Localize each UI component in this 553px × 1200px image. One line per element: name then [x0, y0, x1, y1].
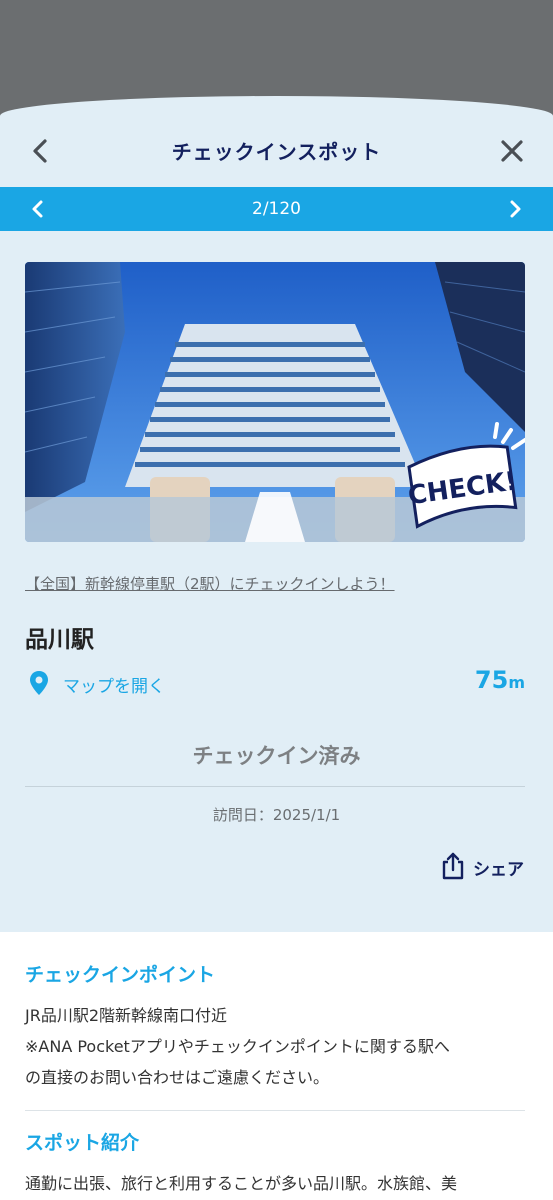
spot-pager: 2/120 [0, 187, 553, 231]
info-section: チェックインポイント JR品川駅2階新幹線南口付近 ※ANA Pocketアプリ… [0, 932, 553, 1200]
spot-intro-text: 通勤に出張、旅行と利用することが多い品川駅。水族館、美 [25, 1174, 458, 1193]
spot-photo: CHECK! [25, 262, 525, 542]
close-icon[interactable] [497, 136, 527, 166]
campaign-link[interactable]: 【全国】新幹線停車駅（2駅）にチェックインしよう！ [25, 573, 395, 594]
share-label: シェア [473, 860, 524, 880]
checkin-point-line: ※ANA Pocketアプリやチェックインポイントに関する駅へ [25, 1037, 450, 1056]
share-button[interactable]: シェア [441, 850, 525, 882]
distance: 75m [475, 666, 525, 694]
checkin-point-line: の直接のお問い合わせはご遠慮ください。 [25, 1068, 330, 1087]
checkin-point-heading: チェックインポイント [25, 964, 216, 986]
station-name: 品川駅 [25, 627, 94, 653]
sheet-header: チェックインスポット [0, 96, 553, 186]
pager-count: 2/120 [252, 199, 301, 219]
checkin-point-line: JR品川駅2階新幹線南口付近 [25, 1006, 228, 1025]
checkin-spot-sheet: チェックインスポット 2/120 CHECK! 【全国】新幹線停車駅（2駅）にチ… [0, 96, 553, 1200]
map-pin-icon [30, 671, 48, 695]
open-map-link[interactable]: マップを開く [63, 672, 165, 697]
page-title: チェックインスポット [171, 140, 382, 164]
visit-date: 訪問日：2025/1/1 [212, 806, 341, 824]
next-spot-icon[interactable] [501, 195, 529, 223]
spot-intro-heading: スポット紹介 [25, 1132, 140, 1154]
checkin-point-text: JR品川駅2階新幹線南口付近 ※ANA Pocketアプリやチェックインポイント… [25, 1000, 530, 1093]
share-icon [442, 852, 464, 880]
distance-unit: m [508, 673, 525, 692]
checkin-status: チェックイン済み [192, 744, 361, 768]
map-row: マップを開く 75m [25, 666, 525, 698]
divider [25, 786, 525, 787]
divider [25, 1110, 525, 1111]
distance-value: 75 [474, 666, 509, 694]
station-building-image: CHECK! [25, 262, 525, 542]
